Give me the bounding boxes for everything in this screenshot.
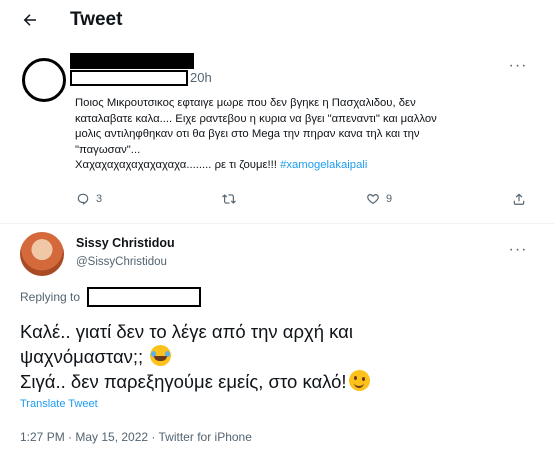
reply-button[interactable]: 3 [76,192,102,206]
hashtag-link[interactable]: #xamogelakaipali [280,159,367,171]
like-count: 9 [386,193,393,205]
tweet-line-text: ψαχνόμασταν;; [20,346,149,367]
reply-count: 3 [96,193,103,205]
heart-icon [367,194,379,204]
tweet-line: "παγωσαν"... [75,143,141,156]
tweet-line: Καλέ.. γιατί δεν το λέγε από την αρχή κα… [20,321,353,342]
winking-face-icon [348,370,370,391]
back-button[interactable] [18,8,42,32]
tweet-line-text: Σιγά.. δεν παρεξηγούμε εμείς, στο καλό! [20,371,347,392]
redacted-avatar[interactable] [22,58,66,102]
replying-to-label: Replying to [20,290,81,304]
share-button[interactable] [512,192,526,206]
tweet-line: Ποιος Μικρουτσικος εφταιγε μωρε που δεν … [75,97,416,109]
like-button[interactable]: 9 [366,192,392,206]
retweet-icon [222,194,236,204]
more-dots-icon[interactable]: ··· [508,56,528,76]
tweet-line: μολις αντιληφθηκαν οτι θα βγει στο Mega … [75,128,420,140]
more-dots-icon[interactable]: ··· [508,240,528,260]
share-icon [513,193,525,205]
tweet-timestamp-source[interactable]: 1:27 PM · May 15, 2022 · Twitter for iPh… [20,430,252,444]
translate-tweet-link[interactable]: Translate Tweet [20,398,98,410]
redacted-name [70,53,194,69]
tweet-line: καταλαβατε καλα.... Ειχε ραντεβου η κυρι… [75,112,437,125]
tweet-line: Σιγά.. δεν παρεξηγούμε εμείς, στο καλό! [20,369,540,394]
tweet-divider [0,223,554,224]
author-handle[interactable]: @SissyChristidou [76,256,167,268]
retweet-button[interactable] [222,192,236,206]
reply-tweet-text: Καλέ.. γιατί δεν το λέγε από την αρχή κα… [20,319,540,394]
page-title: Tweet [70,9,123,30]
redacted-handle [70,70,188,86]
avatar[interactable] [20,232,64,276]
top-bar: Tweet [0,0,554,40]
quoted-tweet-text: Ποιος Μικρουτσικος εφταιγε μωρε που δεν … [75,96,515,174]
arrow-left-icon [23,14,36,26]
tweet-line: Χαχαχαχαχαχαχαχαχα........ ρε τι ζουμε!!… [75,158,515,174]
author-display-name[interactable]: Sissy Christidou [76,236,175,250]
tweet-actions: 3 9 [0,192,554,212]
tweet-line: ψαχνόμασταν;; [20,344,540,369]
tweet-time[interactable]: 20h [190,70,212,85]
face-with-tears-of-joy-icon [150,345,172,366]
redacted-reply-target [87,287,201,307]
tweet-line-text: Χαχαχαχαχαχαχαχαχα........ ρε τι ζουμε!!… [75,159,277,171]
reply-icon [77,193,89,205]
